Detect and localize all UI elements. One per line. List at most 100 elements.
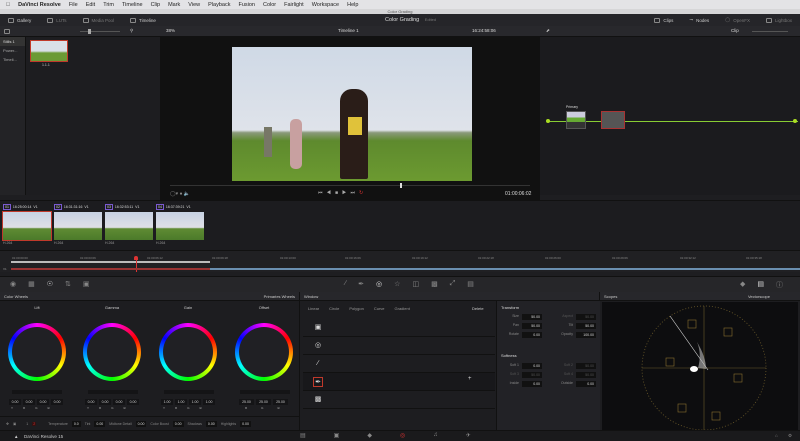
gain-y[interactable]: 1.00 [161, 399, 173, 405]
gain-r[interactable]: 1.00 [175, 399, 187, 405]
gallery-button[interactable]: Gallery [0, 17, 39, 23]
settings-icon[interactable]: ⚙ [788, 433, 792, 439]
node-primary[interactable] [566, 111, 586, 129]
offset-b[interactable]: 25.00 [273, 399, 288, 405]
blur-icon[interactable]: ◫ [412, 280, 419, 288]
page-1-button[interactable]: 1 [26, 422, 28, 426]
lift-r[interactable]: 0.00 [23, 399, 35, 405]
fairlight-page-icon[interactable]: ♫ [433, 432, 438, 439]
viewer-image[interactable] [232, 47, 472, 181]
gamma-r[interactable]: 0.00 [99, 399, 111, 405]
color-page-icon[interactable]: ◎ [400, 432, 405, 439]
linear-window-button[interactable]: Linear [308, 306, 319, 311]
sidebar-toggle-icon[interactable] [4, 29, 10, 34]
pointer-icon[interactable]: ⬈ [546, 28, 550, 34]
motion-effects-icon[interactable]: ▣ [83, 280, 90, 288]
gain-b[interactable]: 1.00 [203, 399, 215, 405]
menu-file[interactable]: File [69, 2, 78, 8]
window-row-linear[interactable]: ▣ [303, 319, 495, 337]
pan-field[interactable]: 50.00 [522, 323, 542, 329]
deliver-page-icon[interactable]: ✈ [466, 432, 471, 439]
gallery-still[interactable] [30, 40, 68, 62]
curves-icon[interactable]: ∕ [345, 280, 346, 288]
apple-icon[interactable]:  [6, 2, 10, 8]
clip-thumbnail[interactable]: 01 16:25:00:14 V1 H.264 [2, 204, 52, 245]
transport-controls[interactable]: ⏮◀■▶⏭↻ [318, 190, 367, 196]
lift-master-slider[interactable] [12, 390, 62, 394]
wheels-mode-select[interactable]: Primaries Wheels [264, 294, 295, 299]
circle-window-button[interactable]: Circle [329, 306, 339, 311]
luts-button[interactable]: LUTs [39, 17, 74, 23]
zoom-level[interactable]: 38% [166, 28, 175, 33]
key-icon[interactable]: ▩ [431, 280, 438, 288]
outside-field[interactable]: 0.00 [576, 381, 596, 387]
info-icon[interactable]: ⓘ [776, 280, 783, 290]
offset-r[interactable]: 25.00 [239, 399, 254, 405]
camera-raw-icon[interactable]: ◉ [10, 280, 16, 288]
nodes-button[interactable]: ⊸ Nodes [681, 17, 717, 23]
gamma-wheel[interactable] [83, 323, 141, 381]
gain-wheel[interactable] [159, 323, 217, 381]
inside-field[interactable]: 0.00 [522, 381, 542, 387]
gamma-b[interactable]: 0.00 [127, 399, 139, 405]
menu-fairlight[interactable]: Fairlight [284, 2, 304, 8]
thumbnail-size-slider[interactable] [80, 29, 120, 34]
size-field[interactable]: 50.00 [522, 314, 542, 320]
gallery-album-timeline[interactable]: Timeli... [0, 55, 25, 64]
window-row-curve[interactable]: ✒ + [303, 373, 495, 391]
sizing-icon[interactable]: ⤢ [450, 280, 456, 288]
lift-y[interactable]: 0.00 [9, 399, 21, 405]
tracker-icon[interactable]: ☆ [394, 280, 400, 288]
gradient-window-button[interactable]: Gradient [395, 306, 410, 311]
menu-help[interactable]: Help [347, 2, 358, 8]
menu-workspace[interactable]: Workspace [312, 2, 339, 8]
node-output[interactable] [793, 119, 797, 123]
rotate-field[interactable]: 0.00 [522, 332, 542, 338]
aspect-field[interactable]: 50.00 [576, 314, 596, 320]
keyframes-icon[interactable]: ◆ [740, 280, 745, 290]
menu-app[interactable]: DaVinci Resolve [18, 2, 61, 8]
viewer-scrubber[interactable] [170, 183, 530, 188]
node-zoom-slider[interactable] [752, 31, 788, 32]
media-pool-button[interactable]: Media Pool [75, 17, 123, 23]
offset-g[interactable]: 25.00 [256, 399, 271, 405]
soft4-field[interactable]: 50.00 [576, 372, 596, 378]
midtone-detail-field[interactable]: 0.00 [135, 420, 147, 427]
gamma-master-slider[interactable] [88, 390, 138, 394]
menu-playback[interactable]: Playback [208, 2, 230, 8]
menu-trim[interactable]: Trim [103, 2, 114, 8]
rgb-mixer-icon[interactable]: ⇅ [65, 280, 71, 288]
lift-g[interactable]: 0.00 [37, 399, 49, 405]
lightbox-button[interactable]: Lightbox [758, 17, 800, 23]
soft1-field[interactable]: 0.00 [522, 363, 542, 369]
menu-mark[interactable]: Mark [168, 2, 180, 8]
clip-thumbnail[interactable]: 02 16:31:31:16 V1 H.264 [54, 204, 102, 245]
clips-button[interactable]: Clips [646, 17, 681, 23]
media-page-icon[interactable]: ▤ [300, 432, 306, 439]
search-icon[interactable]: ⚲ [130, 28, 133, 34]
curve-window-button[interactable]: Curve [374, 306, 385, 311]
lift-wheel[interactable] [8, 323, 66, 381]
home-icon[interactable]: ⌂ [775, 433, 778, 438]
gain-master-slider[interactable] [164, 390, 214, 394]
tilt-field[interactable]: 50.00 [576, 323, 596, 329]
window-row-gradient[interactable]: ▩ [303, 391, 495, 409]
tint-field[interactable]: 0.00 [94, 420, 106, 427]
gamma-y[interactable]: 0.00 [85, 399, 97, 405]
color-wheels-icon[interactable]: ☉ [47, 280, 53, 288]
gallery-album-stills[interactable]: Stills 1 [0, 37, 25, 46]
color-match-icon[interactable]: ▦ [28, 280, 35, 288]
node-input[interactable] [546, 119, 550, 123]
gallery-album-powergrade[interactable]: Power... [0, 46, 25, 55]
window-row-circle[interactable]: ◎ [303, 337, 495, 355]
fusion-page-icon[interactable]: ◆ [367, 432, 372, 439]
offset-master-slider[interactable] [240, 390, 290, 394]
mini-timeline[interactable]: 01:00:00:00 01:00:03:06 01:00:06:12 01:0… [0, 250, 800, 272]
menu-edit[interactable]: Edit [86, 2, 95, 8]
delete-button[interactable]: Delete [472, 306, 484, 311]
temperature-field[interactable]: 0.0 [71, 420, 81, 427]
openfx-button[interactable]: ◯ OpenFX [717, 17, 758, 23]
shadows-field[interactable]: 0.00 [205, 420, 217, 427]
opacity-field[interactable]: 100.00 [576, 332, 596, 338]
timeline-selector[interactable]: Timeline 1 [338, 28, 359, 33]
